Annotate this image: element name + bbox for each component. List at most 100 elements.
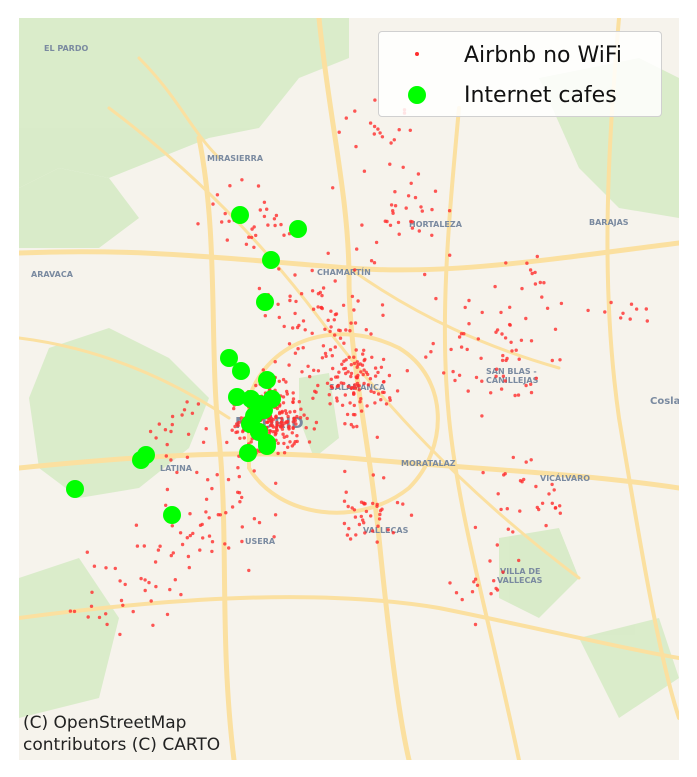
airbnb-point <box>480 310 484 315</box>
airbnb-point <box>346 504 350 509</box>
airbnb-point <box>372 390 376 395</box>
airbnb-point <box>361 372 365 377</box>
airbnb-point <box>325 381 330 385</box>
airbnb-point <box>388 396 392 400</box>
airbnb-point <box>279 420 284 425</box>
airbnb-point <box>164 503 168 507</box>
airbnb-point <box>509 340 513 344</box>
airbnb-point <box>320 306 324 311</box>
airbnb-point <box>430 233 434 237</box>
airbnb-point <box>550 358 554 363</box>
airbnb-point <box>360 223 364 227</box>
airbnb-point <box>508 323 512 327</box>
airbnb-point <box>121 603 125 607</box>
airbnb-point <box>544 523 548 528</box>
airbnb-point <box>349 374 353 379</box>
label-san-blas: SAN BLAS - <box>486 367 537 376</box>
internet-cafe-point <box>66 480 84 498</box>
airbnb-point <box>393 190 397 194</box>
airbnb-point <box>275 423 279 427</box>
airbnb-point <box>375 540 379 544</box>
airbnb-point <box>290 431 294 435</box>
map-frame[interactable]: EL PARDO MIRASIERRA HORTALEZA BARAJAS AR… <box>19 18 679 760</box>
airbnb-point <box>419 205 423 209</box>
airbnb-point <box>235 430 240 434</box>
airbnb-point <box>271 430 275 434</box>
airbnb-point <box>495 367 499 371</box>
airbnb-point <box>529 339 534 343</box>
airbnb-point <box>391 531 395 535</box>
airbnb-point <box>537 507 541 512</box>
airbnb-point <box>338 336 343 340</box>
airbnb-point <box>628 317 632 321</box>
airbnb-point <box>86 615 90 619</box>
airbnb-point <box>223 542 227 546</box>
airbnb-point <box>540 295 544 299</box>
airbnb-point <box>349 363 353 367</box>
airbnb-point <box>379 365 384 369</box>
airbnb-point <box>227 219 231 223</box>
airbnb-point <box>329 384 334 389</box>
airbnb-point <box>282 451 287 455</box>
airbnb-point <box>72 609 77 614</box>
airbnb-point <box>298 415 303 420</box>
airbnb-point <box>312 368 316 372</box>
airbnb-point <box>288 298 292 303</box>
airbnb-point <box>180 413 184 417</box>
airbnb-point <box>237 474 241 479</box>
airbnb-point <box>123 582 127 587</box>
internet-cafe-point <box>232 362 250 380</box>
airbnb-point <box>413 195 418 200</box>
airbnb-point <box>354 144 358 149</box>
airbnb-point <box>314 420 319 425</box>
airbnb-point <box>333 279 337 283</box>
airbnb-point <box>406 194 411 198</box>
airbnb-point <box>323 351 328 356</box>
airbnb-point <box>281 432 285 436</box>
airbnb-point <box>307 440 312 444</box>
airbnb-point <box>169 553 173 558</box>
airbnb-point <box>92 564 97 568</box>
airbnb-point <box>409 513 414 517</box>
airbnb-point <box>313 389 317 393</box>
airbnb-point <box>362 381 366 386</box>
airbnb-point <box>449 347 453 352</box>
airbnb-point <box>373 401 377 405</box>
legend-row-cafes: Internet cafes <box>379 80 661 110</box>
airbnb-point <box>376 524 380 528</box>
airbnb-point <box>382 390 386 395</box>
airbnb-point <box>372 132 376 136</box>
airbnb-point <box>320 356 325 360</box>
airbnb-point <box>113 566 118 571</box>
airbnb-point <box>154 436 158 440</box>
airbnb-point <box>459 345 464 349</box>
airbnb-point <box>353 321 358 325</box>
airbnb-point <box>434 296 438 301</box>
airbnb-point <box>291 326 295 330</box>
airbnb-point <box>331 366 335 371</box>
airbnb-point <box>533 282 538 286</box>
airbnb-point <box>151 623 155 627</box>
airbnb-point <box>500 332 504 336</box>
airbnb-point <box>343 422 347 426</box>
airbnb-point <box>341 303 346 307</box>
airbnb-point <box>210 486 214 491</box>
airbnb-point <box>147 580 151 585</box>
airbnb-point <box>242 436 246 440</box>
airbnb-point <box>529 458 533 462</box>
airbnb-point <box>272 535 276 539</box>
airbnb-point <box>391 211 395 215</box>
airbnb-point <box>352 308 356 312</box>
airbnb-point <box>369 514 373 518</box>
airbnb-point <box>553 506 558 510</box>
airbnb-point <box>371 473 375 477</box>
airbnb-point <box>187 565 191 570</box>
airbnb-point <box>104 612 108 616</box>
airbnb-point <box>508 305 512 309</box>
airbnb-point <box>254 383 258 388</box>
airbnb-point <box>300 370 304 374</box>
airbnb-point <box>457 335 462 339</box>
airbnb-point <box>164 454 168 458</box>
airbnb-point <box>316 383 320 388</box>
airbnb-point <box>302 413 306 417</box>
